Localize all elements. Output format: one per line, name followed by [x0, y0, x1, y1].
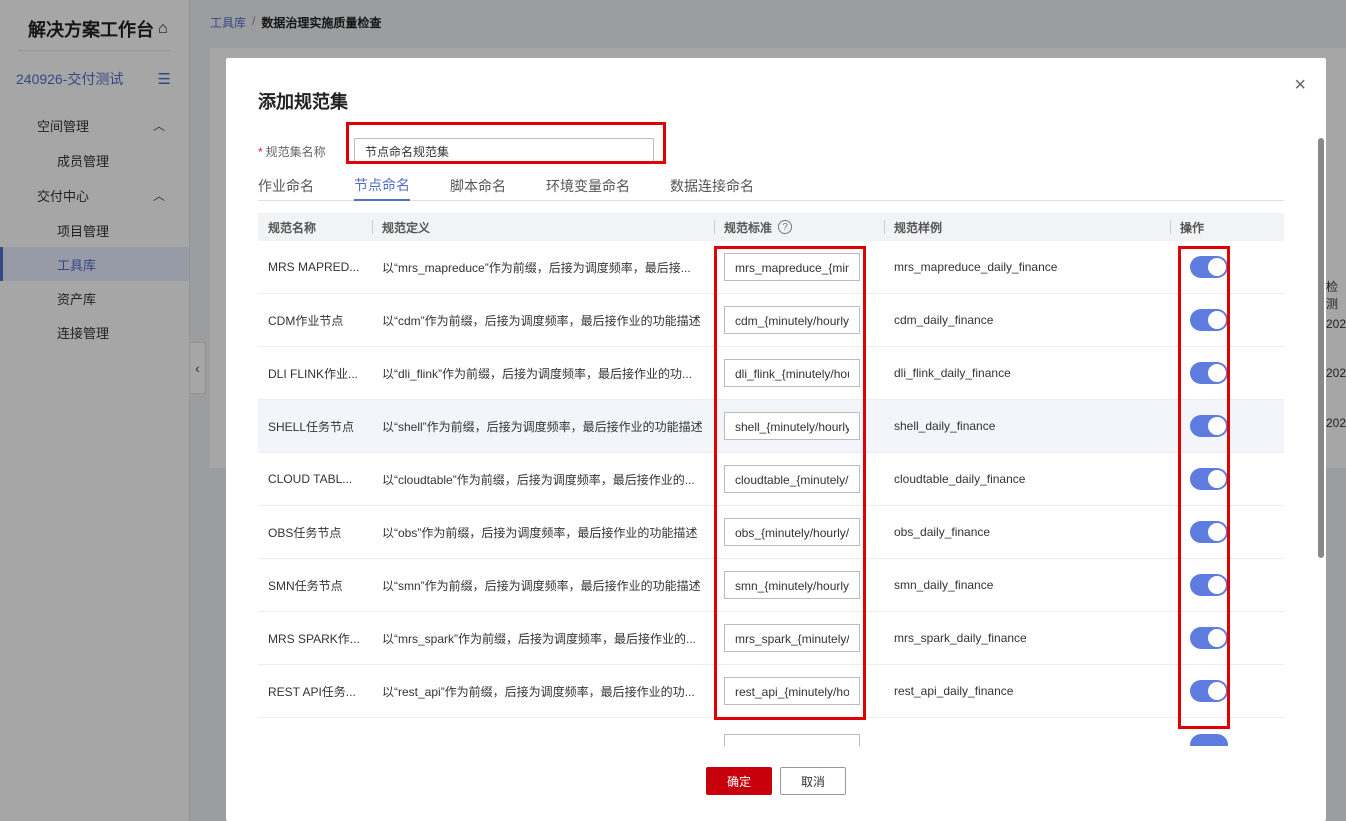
tab-data-connection-naming[interactable]: 数据连接命名	[670, 170, 754, 201]
tab-script-naming[interactable]: 脚本命名	[450, 170, 506, 201]
tab-bar: 作业命名 节点命名 脚本命名 环境变量命名 数据连接命名	[258, 170, 1284, 201]
dialog-title: 添加规范集	[258, 92, 348, 112]
rule-example: cloudtable_daily_finance	[894, 472, 1026, 486]
close-icon[interactable]: ×	[1294, 74, 1306, 97]
rule-example: mrs_spark_daily_finance	[894, 631, 1027, 645]
column-header-name: 规范名称	[268, 220, 317, 235]
rule-definition: 以“obs”作为前缀，后接为调度频率，最后接作业的功能描述	[382, 525, 698, 540]
highlight-box	[714, 246, 866, 720]
rule-name: CDM作业节点	[268, 313, 344, 328]
standard-input[interactable]	[724, 734, 860, 746]
rule-name: SMN任务节点	[268, 578, 343, 593]
column-header-standard: 规范标准?	[714, 213, 884, 241]
help-icon[interactable]: ?	[778, 220, 793, 234]
rule-name: MRS MAPRED...	[268, 260, 360, 274]
rule-definition: 以“shell”作为前缀，后接为调度频率，最后接作业的功能描述	[382, 419, 703, 434]
rule-definition: 以“cloudtable”作为前缀，后接为调度频率，最后接作业的...	[382, 472, 695, 487]
rule-example: cdm_daily_finance	[894, 313, 994, 327]
cancel-button[interactable]: 取消	[780, 767, 846, 795]
rule-definition: 以“rest_api”作为前缀，后接为调度频率，最后接作业的功...	[382, 684, 695, 699]
required-mark: *	[258, 144, 263, 159]
rule-definition: 以“smn”作为前缀，后接为调度频率，最后接作业的功能描述	[382, 578, 701, 593]
tab-node-naming[interactable]: 节点命名	[354, 170, 410, 201]
rule-example: shell_daily_finance	[894, 419, 996, 433]
rule-name: SHELL任务节点	[268, 419, 355, 434]
rule-definition: 以“cdm”作为前缀，后接为调度频率，最后接作业的功能描述	[382, 313, 701, 328]
rule-example: smn_daily_finance	[894, 578, 994, 592]
column-header-text: 规范标准	[724, 220, 773, 235]
next-row-partial	[258, 734, 1284, 746]
rule-definition: 以“mrs_mapreduce”作为前缀，后接为调度频率，最后接...	[382, 260, 691, 275]
highlight-box	[1178, 246, 1230, 729]
rule-name: REST API任务...	[268, 684, 356, 699]
highlight-box	[346, 122, 666, 164]
rule-example: obs_daily_finance	[894, 525, 991, 539]
label-text: 规范集名称	[265, 144, 326, 159]
scrollbar[interactable]	[1318, 138, 1324, 558]
rule-example: rest_api_daily_finance	[894, 684, 1014, 698]
rule-definition: 以“mrs_spark”作为前缀，后接为调度频率，最后接作业的...	[382, 631, 697, 646]
rule-name: MRS SPARK作...	[268, 631, 360, 646]
rule-name: CLOUD TABL...	[268, 472, 353, 486]
tab-job-naming[interactable]: 作业命名	[258, 170, 314, 201]
enable-toggle[interactable]	[1190, 734, 1228, 746]
rule-definition: 以“dli_flink”作为前缀，后接为调度频率，最后接作业的功...	[382, 366, 693, 381]
dialog-footer: 确定 取消	[706, 767, 846, 795]
rule-example: mrs_mapreduce_daily_finance	[894, 260, 1058, 274]
rule-name: OBS任务节点	[268, 525, 342, 540]
column-header-example: 规范样例	[884, 213, 1170, 241]
column-header-definition: 规范定义	[372, 213, 714, 241]
table-header: 规范名称 规范定义 规范标准? 规范样例 操作	[258, 213, 1284, 241]
confirm-button[interactable]: 确定	[706, 767, 772, 795]
ruleset-name-label: * 规范集名称	[258, 143, 354, 160]
tab-env-var-naming[interactable]: 环境变量命名	[546, 170, 630, 201]
column-header-action: 操作	[1170, 213, 1284, 241]
rule-name: DLI FLINK作业...	[268, 366, 359, 381]
add-ruleset-dialog: 添加规范集 × *规范集名称 作业命名 节点命名 脚本命名 环境变量命名 数据连…	[226, 58, 1326, 821]
rule-example: dli_flink_daily_finance	[894, 366, 1011, 380]
